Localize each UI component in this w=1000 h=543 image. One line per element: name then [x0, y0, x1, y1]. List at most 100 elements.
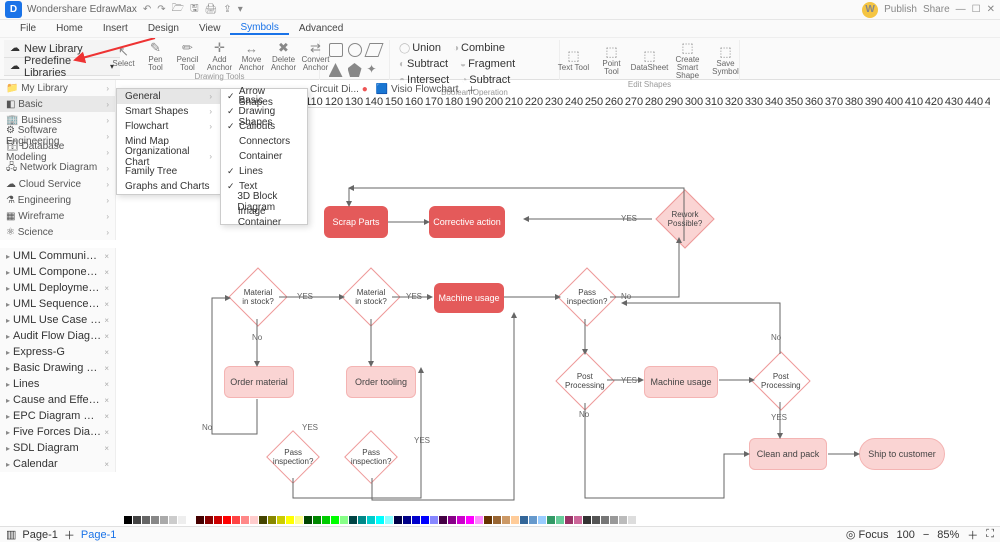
qa-redo-icon[interactable]: ↷	[157, 4, 165, 15]
cat-cloud service[interactable]: ☁ Cloud Service›	[0, 176, 115, 192]
menu-advanced[interactable]: Advanced	[289, 23, 353, 34]
swatch[interactable]	[421, 516, 429, 524]
sub1-organizational chart[interactable]: Organizational Chart›	[117, 149, 220, 164]
swatch[interactable]	[124, 516, 132, 524]
bool-subtract[interactable]: ◐ Subtract	[393, 56, 454, 72]
swatch[interactable]	[628, 516, 636, 524]
edit-1[interactable]: ⬚Point Tool	[595, 40, 629, 80]
swatch[interactable]	[511, 516, 519, 524]
swatch[interactable]	[520, 516, 528, 524]
node-passinsp1[interactable]: Pass inspection?	[557, 267, 616, 326]
lib-item-0[interactable]: ▸UML Communication Diagr...×	[0, 248, 115, 264]
swatch[interactable]	[376, 516, 384, 524]
cat-engineering[interactable]: ⚗ Engineering›	[0, 192, 115, 208]
sub1-smart shapes[interactable]: Smart Shapes›	[117, 104, 220, 119]
lib-item-5[interactable]: ▸Audit Flow Diagram×	[0, 328, 115, 344]
shape-circle-icon[interactable]	[348, 43, 362, 57]
swatch[interactable]	[214, 516, 222, 524]
swatch[interactable]	[169, 516, 177, 524]
swatch[interactable]	[403, 516, 411, 524]
swatch[interactable]	[493, 516, 501, 524]
submenu-general[interactable]: ✓Arrow Shapes✓Basic Drawing Shapes✓Callo…	[220, 88, 308, 225]
bool-combine[interactable]: ◑ Combine	[447, 40, 511, 56]
sub1-general[interactable]: General›	[117, 89, 220, 104]
lib-item-3[interactable]: ▸UML Sequence Diagram×	[0, 296, 115, 312]
swatch[interactable]	[142, 516, 150, 524]
minimize-icon[interactable]: —	[956, 4, 966, 15]
share-button[interactable]: Share	[923, 4, 950, 15]
publish-button[interactable]: Publish	[884, 4, 917, 15]
swatch[interactable]	[475, 516, 483, 524]
shape-star-icon[interactable]: ✦	[367, 63, 381, 77]
cat-my library[interactable]: 📁 My Library›	[0, 80, 115, 96]
swatch[interactable]	[430, 516, 438, 524]
swatch[interactable]	[610, 516, 618, 524]
swatch[interactable]	[592, 516, 600, 524]
lib-item-12[interactable]: ▸SDL Diagram×	[0, 440, 115, 456]
menu-symbols[interactable]: Symbols	[230, 22, 288, 35]
menu-design[interactable]: Design	[138, 23, 189, 34]
swatch[interactable]	[448, 516, 456, 524]
submenu-basic[interactable]: General›Smart Shapes›Flowchart›Mind MapO…	[116, 88, 221, 195]
user-badge[interactable]: W	[862, 2, 878, 18]
swatch[interactable]	[340, 516, 348, 524]
swatch[interactable]	[547, 516, 555, 524]
swatch[interactable]	[196, 516, 204, 524]
node-postproc1[interactable]: Post Processing	[555, 351, 614, 410]
qa-drop-icon[interactable]: ▾	[238, 4, 243, 15]
tool-4[interactable]: ↔Move Anchor	[238, 40, 266, 72]
node-order-tooling[interactable]: Order tooling	[346, 366, 416, 398]
lib-item-2[interactable]: ▸UML Deployment Diagram×	[0, 280, 115, 296]
edit-2[interactable]: ⬚DataSheet	[633, 40, 667, 80]
lib-item-6[interactable]: ▸Express-G×	[0, 344, 115, 360]
qa-print-icon[interactable]: 🖨	[205, 4, 218, 15]
status-page2[interactable]: Page-1	[81, 529, 116, 541]
node-scrap-parts[interactable]: Scrap Parts	[324, 206, 388, 238]
swatch[interactable]	[313, 516, 321, 524]
tab-circuit[interactable]: Circuit Di... ●	[310, 84, 368, 95]
lib-item-4[interactable]: ▸UML Use Case Diagram×	[0, 312, 115, 328]
sub2-lines[interactable]: ✓Lines	[221, 164, 307, 179]
swatch[interactable]	[286, 516, 294, 524]
status-add-page-icon[interactable]: ＋	[64, 527, 75, 543]
node-rework[interactable]: Rework Possible?	[655, 189, 714, 248]
lib-item-7[interactable]: ▸Basic Drawing Shapes×	[0, 360, 115, 376]
qa-undo-icon[interactable]: ↶	[143, 4, 151, 15]
edit-3[interactable]: ⬚Create Smart Shape	[671, 40, 705, 80]
lib-item-11[interactable]: ▸Five Forces Diagram×	[0, 424, 115, 440]
swatch[interactable]	[457, 516, 465, 524]
swatch[interactable]	[466, 516, 474, 524]
edit-0[interactable]: ⬚Text Tool	[557, 40, 591, 80]
lib-item-1[interactable]: ▸UML Component Diagram×	[0, 264, 115, 280]
shape-samples[interactable]	[323, 40, 387, 60]
swatch[interactable]	[502, 516, 510, 524]
shape-tri-icon[interactable]	[329, 63, 343, 77]
tool-3[interactable]: ✛Add Anchor	[206, 40, 234, 72]
node-passinsp3[interactable]: Pass inspection?	[344, 430, 398, 484]
node-machine2[interactable]: Machine usage	[644, 366, 718, 398]
swatch[interactable]	[412, 516, 420, 524]
swatch[interactable]	[583, 516, 591, 524]
sub2-image container[interactable]: Image Container	[221, 209, 307, 224]
shape-penta-icon[interactable]	[348, 63, 362, 77]
swatch[interactable]	[295, 516, 303, 524]
swatch[interactable]	[484, 516, 492, 524]
swatch[interactable]	[241, 516, 249, 524]
node-machine1[interactable]: Machine usage	[434, 283, 504, 313]
qa-export-icon[interactable]: ⇪	[223, 4, 231, 15]
fit-icon[interactable]: ⛶	[986, 528, 994, 541]
node-ship[interactable]: Ship to customer	[859, 438, 945, 470]
swatch[interactable]	[385, 516, 393, 524]
qa-folder-icon[interactable]: 🗁	[172, 1, 184, 18]
node-matstock2[interactable]: Material in stock?	[341, 267, 400, 326]
lib-item-9[interactable]: ▸Cause and Effect Diagram×	[0, 392, 115, 408]
node-passinsp2[interactable]: Pass inspection?	[266, 430, 320, 484]
node-clean[interactable]: Clean and pack	[749, 438, 827, 470]
lib-item-8[interactable]: ▸Lines×	[0, 376, 115, 392]
hundred-button[interactable]: 100	[896, 529, 914, 541]
predefine-libraries-button[interactable]: ☁ Predefine Libraries ▾	[4, 58, 120, 76]
swatch[interactable]	[151, 516, 159, 524]
swatch[interactable]	[250, 516, 258, 524]
swatch[interactable]	[556, 516, 564, 524]
swatch[interactable]	[232, 516, 240, 524]
